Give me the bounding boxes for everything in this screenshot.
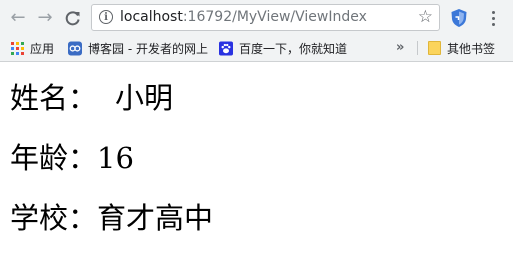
bookmark-baidu[interactable]: 百度一下，你就知道 xyxy=(219,39,347,57)
url-path: :16792/MyView/ViewIndex xyxy=(182,9,367,25)
bookmarks-bar: 应用 博客园 - 开发者的网上 百度一下，你就知道 » 其他书签 xyxy=(0,36,513,60)
bookmarks-overflow-icon[interactable]: » xyxy=(396,40,404,55)
bookmark-star-icon[interactable]: ☆ xyxy=(418,7,433,27)
bookmark-other-label: 其他书签 xyxy=(447,41,496,56)
bookmark-cnblogs[interactable]: 博客园 - 开发者的网上 xyxy=(68,39,208,57)
forward-arrow-icon: → xyxy=(37,7,53,28)
forward-button[interactable]: → xyxy=(34,7,56,29)
browser-chrome: ← → i localhost:16792/MyView/ViewIndex ☆ xyxy=(0,0,513,62)
cnblogs-icon xyxy=(68,41,82,55)
browser-toolbar: ← → i localhost:16792/MyView/ViewIndex ☆ xyxy=(0,0,513,36)
bookmark-apps[interactable]: 应用 xyxy=(10,39,54,57)
bookmark-cnblogs-label: 博客园 - 开发者的网上 xyxy=(88,41,208,56)
bookmark-apps-label: 应用 xyxy=(30,41,55,56)
back-button[interactable]: ← xyxy=(7,7,29,29)
browser-menu-icon[interactable] xyxy=(484,8,502,28)
field-age: 年龄：16 xyxy=(10,144,134,173)
field-school-value: 育才高中 xyxy=(97,201,214,235)
bookmarks-divider xyxy=(417,41,418,55)
site-info-icon[interactable]: i xyxy=(99,10,113,24)
field-school: 学校：育才高中 xyxy=(10,204,213,233)
bookmark-other-folder[interactable]: 其他书签 xyxy=(427,39,495,57)
address-bar[interactable]: i localhost:16792/MyView/ViewIndex ☆ xyxy=(91,4,440,31)
field-name: 姓名： 小明 xyxy=(10,84,173,113)
field-name-value: 小明 xyxy=(115,81,174,115)
apps-grid-icon xyxy=(10,41,24,55)
url-text[interactable]: localhost:16792/MyView/ViewIndex xyxy=(120,9,367,25)
reload-button[interactable] xyxy=(62,7,84,29)
bookmark-baidu-label: 百度一下，你就知道 xyxy=(239,41,348,56)
reload-icon xyxy=(65,11,80,26)
baidu-paw-icon xyxy=(219,41,233,55)
page-content: 姓名： 小明 年龄：16 学校：育才高中 xyxy=(0,62,513,253)
field-school-label: 学校： xyxy=(10,201,98,235)
folder-icon xyxy=(427,41,441,55)
extension-shield-icon[interactable] xyxy=(450,8,468,28)
field-name-label: 姓名： xyxy=(10,81,98,115)
url-host: localhost xyxy=(120,9,183,25)
field-age-value: 16 xyxy=(97,141,134,175)
back-arrow-icon: ← xyxy=(10,7,26,28)
field-age-label: 年龄： xyxy=(10,141,98,175)
